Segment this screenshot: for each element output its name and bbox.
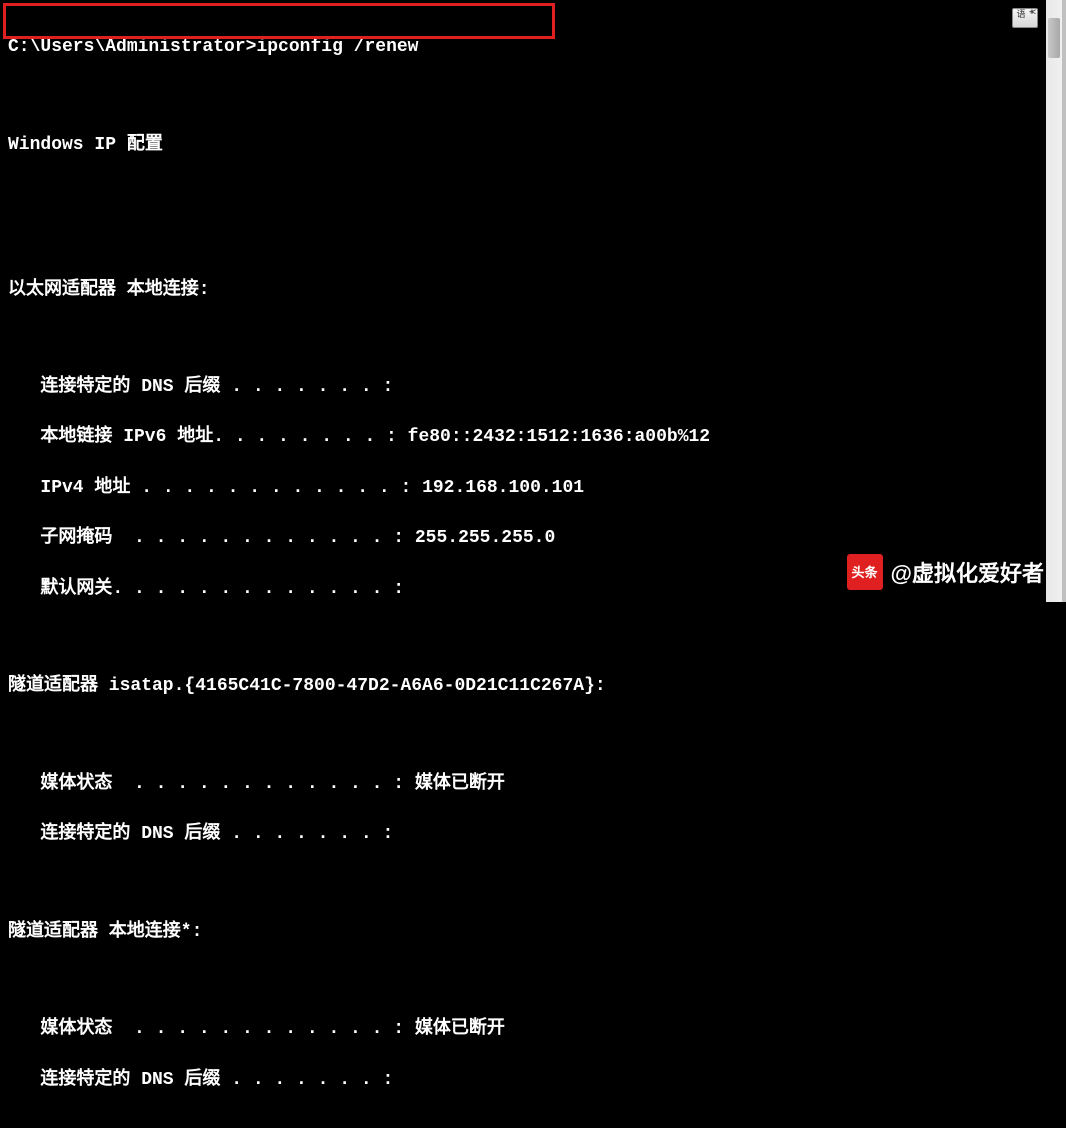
ipv4-label: IPv4 地址 . . . . . . . . . . . . : xyxy=(8,478,422,498)
scrollbar-track[interactable] xyxy=(1046,0,1062,602)
dns-label: 连接特定的 DNS 后缀 . . . . . . . : xyxy=(8,377,393,397)
dns-label: 连接特定的 DNS 后缀 . . . . . . . : xyxy=(8,824,393,844)
blank xyxy=(8,970,1054,992)
ip-config-header: Windows IP 配置 xyxy=(8,133,1054,158)
scrollbar-thumb[interactable] xyxy=(1048,18,1060,58)
blank xyxy=(8,183,1054,205)
media-value: 媒体已断开 xyxy=(415,1019,505,1039)
adapter3-dns: 连接特定的 DNS 后缀 . . . . . . . : xyxy=(8,1068,1054,1093)
watermark: 头条 @虚拟化爱好者 xyxy=(847,554,1044,590)
adapter3-title: 隧道适配器 本地连接*: xyxy=(8,920,1054,945)
adapter2-media: 媒体状态 . . . . . . . . . . . . : 媒体已断开 xyxy=(8,772,1054,797)
watermark-logo-icon: 头条 xyxy=(847,554,883,590)
adapter1-title: 以太网适配器 本地连接: xyxy=(8,278,1054,303)
adapter1-subnet: 子网掩码 . . . . . . . . . . . . : 255.255.2… xyxy=(8,526,1054,551)
blank xyxy=(8,872,1054,894)
media-label: 媒体状态 . . . . . . . . . . . . : xyxy=(8,774,415,794)
blank xyxy=(8,328,1054,350)
adapter1-dns: 连接特定的 DNS 后缀 . . . . . . . : xyxy=(8,375,1054,400)
adapter1-ipv6: 本地链接 IPv6 地址. . . . . . . . : fe80::2432… xyxy=(8,425,1054,450)
subnet-value: 255.255.255.0 xyxy=(415,528,555,548)
ipv6-label: 本地链接 IPv6 地址. . . . . . . . : xyxy=(8,427,408,447)
watermark-text: @虚拟化爱好者 xyxy=(891,556,1044,588)
adapter3-media: 媒体状态 . . . . . . . . . . . . : 媒体已断开 xyxy=(8,1017,1054,1042)
media-label: 媒体状态 . . . . . . . . . . . . : xyxy=(8,1019,415,1039)
ime-button[interactable]: ¥ 语 xyxy=(1012,8,1038,28)
subnet-label: 子网掩码 . . . . . . . . . . . . : xyxy=(8,528,415,548)
blank xyxy=(8,230,1054,252)
command-text: ipconfig /renew xyxy=(256,37,418,57)
adapter2-dns: 连接特定的 DNS 后缀 . . . . . . . : xyxy=(8,822,1054,847)
blank xyxy=(8,86,1054,108)
prompt: C:\Users\Administrator> xyxy=(8,37,256,57)
dns-label: 连接特定的 DNS 后缀 . . . . . . . : xyxy=(8,1070,393,1090)
media-value: 媒体已断开 xyxy=(415,774,505,794)
adapter2-title: 隧道适配器 isatap.{4165C41C-7800-47D2-A6A6-0D… xyxy=(8,674,1054,699)
adapter1-ipv4: IPv4 地址 . . . . . . . . . . . . : 192.16… xyxy=(8,476,1054,501)
blank xyxy=(8,627,1054,649)
gateway-label: 默认网关. . . . . . . . . . . . . : xyxy=(8,579,404,599)
command-line: C:\Users\Administrator>ipconfig /renew xyxy=(8,35,1054,60)
ipv4-value: 192.168.100.101 xyxy=(422,478,584,498)
blank xyxy=(8,725,1054,747)
ipv6-value: fe80::2432:1512:1636:a00b%12 xyxy=(408,427,710,447)
